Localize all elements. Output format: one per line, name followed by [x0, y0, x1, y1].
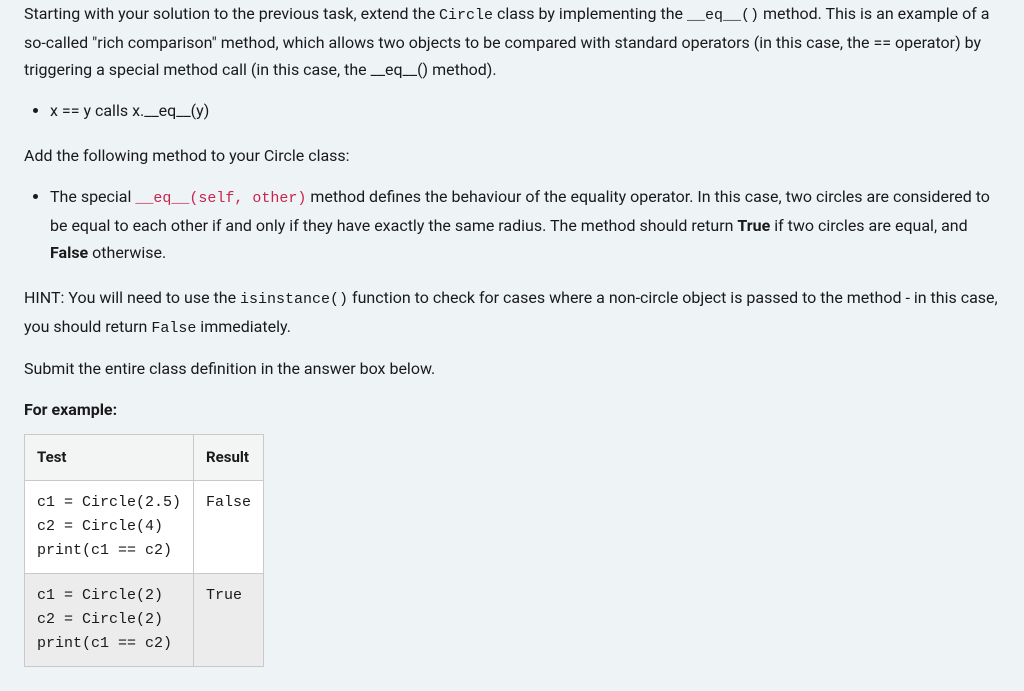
- col-header-result: Result: [194, 434, 264, 481]
- cell-test: c1 = Circle(2.5) c2 = Circle(4) print(c1…: [25, 481, 194, 574]
- add-following: Add the following method to your Circle …: [24, 142, 1000, 169]
- hint-paragraph: HINT: You will need to use the isinstanc…: [24, 284, 1000, 341]
- inline-code-eq: __eq__(): [687, 7, 759, 24]
- bullet2-a: The special: [50, 187, 135, 206]
- inline-code-circle: Circle: [439, 7, 493, 24]
- table-row: c1 = Circle(2) c2 = Circle(2) print(c1 =…: [25, 574, 264, 667]
- intro-paragraph: Starting with your solution to the previ…: [24, 0, 1000, 83]
- hint-c: immediately.: [196, 317, 291, 336]
- bullet-list-2: The special __eq__(self, other) method d…: [24, 183, 1000, 266]
- submit-instruction: Submit the entire class definition in th…: [24, 355, 1000, 382]
- bullet-eq-method: The special __eq__(self, other) method d…: [50, 183, 1000, 266]
- bullet2-c: if two circles are equal, and: [770, 216, 967, 235]
- cell-result: True: [194, 574, 264, 667]
- col-header-test: Test: [25, 434, 194, 481]
- for-example-label: For example:: [24, 396, 1000, 423]
- inline-code-eq-signature: __eq__(self, other): [135, 190, 306, 207]
- cell-result: False: [194, 481, 264, 574]
- inline-code-isinstance: isinstance(): [240, 291, 348, 308]
- intro-text-a: Starting with your solution to the previ…: [24, 4, 439, 23]
- intro-text-b: class by implementing the: [493, 4, 687, 23]
- bullet2-true: True: [737, 216, 770, 235]
- bullet-xy-eq: x == y calls x.__eq__(y): [50, 97, 1000, 124]
- table-row: c1 = Circle(2.5) c2 = Circle(4) print(c1…: [25, 481, 264, 574]
- inline-code-false: False: [151, 320, 196, 337]
- bullet2-false: False: [50, 243, 88, 262]
- bullet-list-1: x == y calls x.__eq__(y): [24, 97, 1000, 124]
- example-table: Test Result c1 = Circle(2.5) c2 = Circle…: [24, 434, 264, 668]
- hint-a: HINT: You will need to use the: [24, 288, 240, 307]
- cell-test: c1 = Circle(2) c2 = Circle(2) print(c1 =…: [25, 574, 194, 667]
- bullet2-d: otherwise.: [88, 243, 166, 262]
